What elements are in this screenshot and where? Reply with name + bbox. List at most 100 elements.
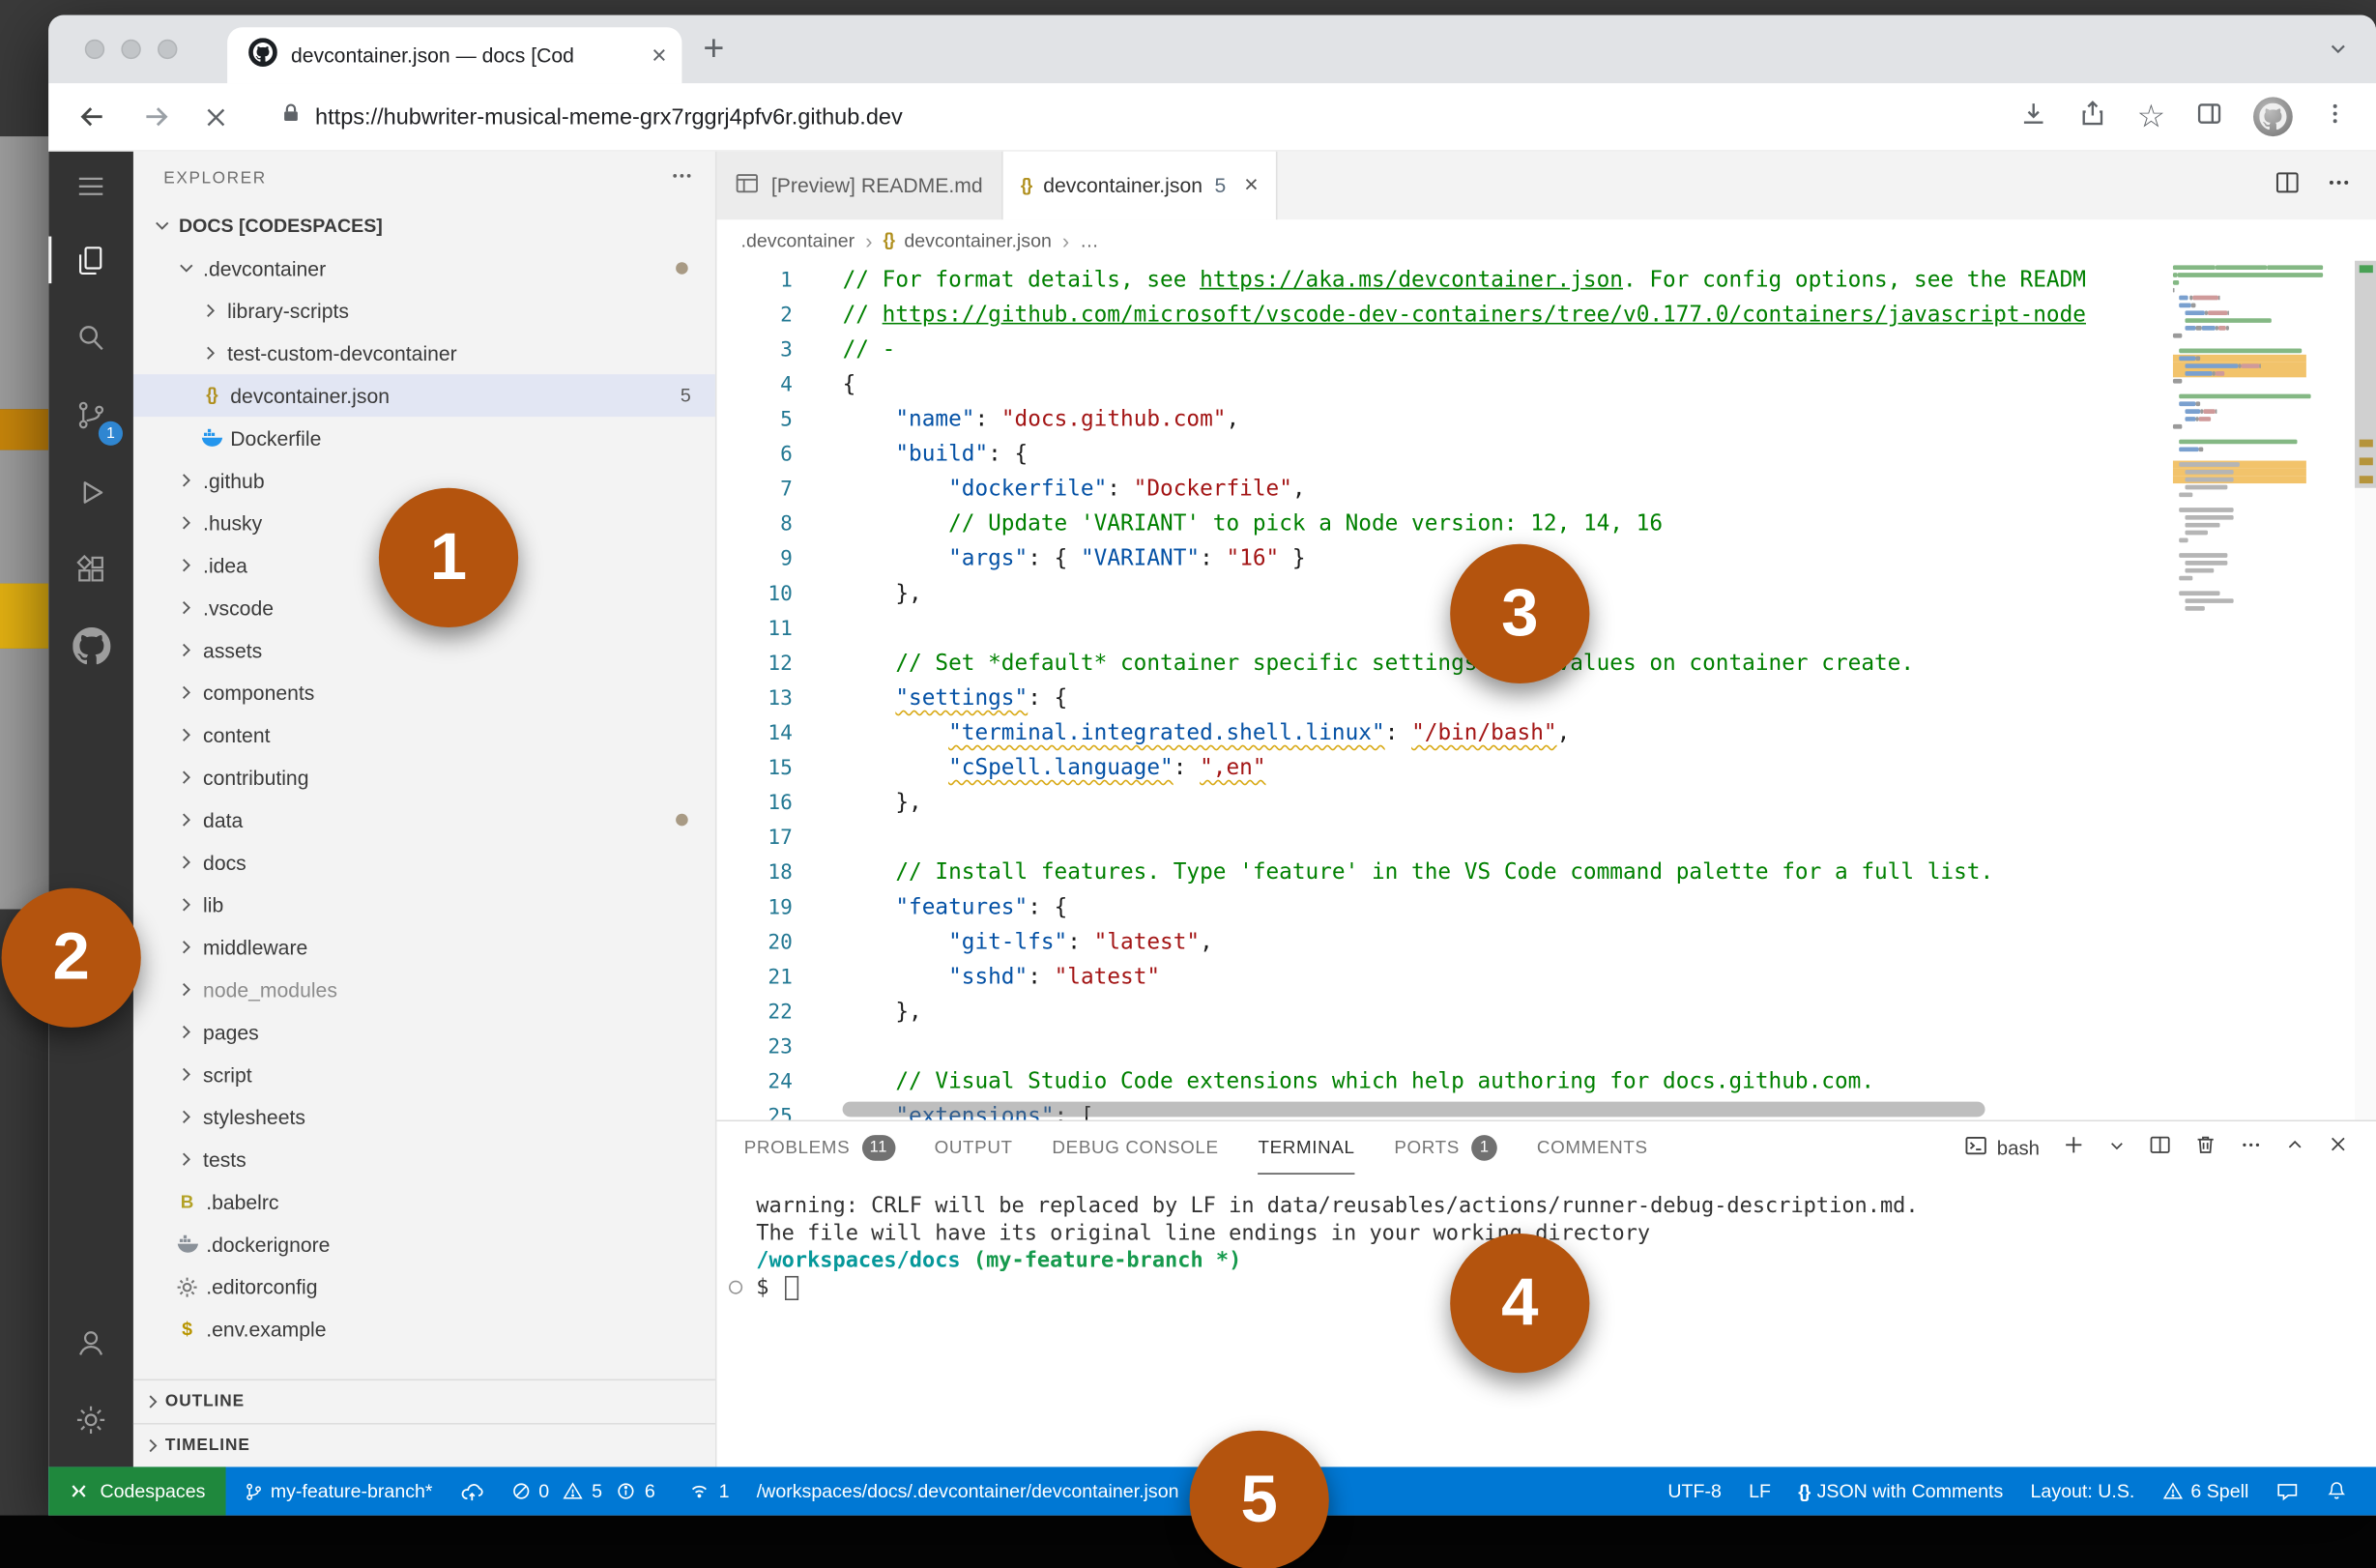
code-line[interactable]: 10 }, bbox=[716, 577, 2158, 612]
tree-item-components[interactable]: components bbox=[133, 671, 715, 713]
code-line[interactable]: 13 "settings": { bbox=[716, 682, 2158, 716]
status-spell[interactable]: 6 Spell bbox=[2148, 1466, 2262, 1515]
search-icon[interactable] bbox=[48, 299, 133, 376]
tree-item-lib[interactable]: lib bbox=[133, 884, 715, 926]
status-ports[interactable]: 1 bbox=[675, 1466, 742, 1515]
status-language[interactable]: {} JSON with Comments bbox=[1784, 1466, 2016, 1515]
code-line[interactable]: 18 // Install features. Type 'feature' i… bbox=[716, 857, 2158, 891]
run-debug-icon[interactable] bbox=[48, 453, 133, 531]
horizontal-scrollbar[interactable] bbox=[842, 1101, 1985, 1118]
close-tab-icon[interactable]: × bbox=[1244, 172, 1259, 199]
tree-item-env-example[interactable]: $ .env.example bbox=[133, 1308, 715, 1350]
tab-preview-readme[interactable]: [Preview] README.md bbox=[716, 151, 1003, 220]
minimize-window-button[interactable] bbox=[121, 39, 141, 60]
account-icon[interactable] bbox=[48, 1303, 133, 1380]
stop-loading-button[interactable] bbox=[203, 103, 229, 130]
code-line[interactable]: 8 // Update 'VARIANT' to pick a Node ver… bbox=[716, 508, 2158, 542]
minimap[interactable] bbox=[2166, 263, 2356, 1120]
tree-item-babelrc[interactable]: B .babelrc bbox=[133, 1180, 715, 1223]
code-line[interactable]: 21 "sshd": "latest" bbox=[716, 961, 2158, 996]
tree-item-docs-codespaces[interactable]: DOCS [CODESPACES] bbox=[133, 205, 715, 247]
github-icon[interactable] bbox=[48, 608, 133, 685]
panel-tab-problems[interactable]: PROBLEMS 11 bbox=[744, 1121, 895, 1175]
code-line[interactable]: 2// https://github.com/microsoft/vscode-… bbox=[716, 299, 2158, 334]
code-line[interactable]: 9 "args": { "VARIANT": "16" } bbox=[716, 542, 2158, 577]
status-codespaces[interactable]: Codespaces bbox=[48, 1466, 225, 1516]
status-eol[interactable]: LF bbox=[1735, 1466, 1784, 1515]
share-icon[interactable] bbox=[2077, 98, 2107, 135]
code-line[interactable]: 20 "git-lfs": "latest", bbox=[716, 926, 2158, 961]
breadcrumb-item[interactable]: devcontainer.json bbox=[904, 229, 1052, 250]
status-layout[interactable]: Layout: U.S. bbox=[2016, 1466, 2148, 1515]
kill-terminal-trash-icon[interactable] bbox=[2194, 1133, 2217, 1163]
sidebar-section-timeline[interactable]: TIMELINE bbox=[132, 1422, 715, 1467]
panel-tab-ports[interactable]: PORTS 1 bbox=[1394, 1121, 1498, 1175]
tree-item-script[interactable]: script bbox=[133, 1053, 715, 1095]
tree-item-test-custom-devcontainer[interactable]: test-custom-devcontainer bbox=[133, 332, 715, 374]
tree-item-content[interactable]: content bbox=[133, 713, 715, 756]
code-line[interactable]: 5 "name": "docs.github.com", bbox=[716, 403, 2158, 438]
source-control-icon[interactable]: 1 bbox=[48, 376, 133, 453]
tree-item-tests[interactable]: tests bbox=[133, 1138, 715, 1180]
address-bar[interactable]: https://hubwriter-musical-meme-grx7rggrj… bbox=[280, 102, 903, 131]
status-path[interactable]: /workspaces/docs/.devcontainer/devcontai… bbox=[743, 1466, 1193, 1515]
breadcrumb-item[interactable]: .devcontainer bbox=[741, 229, 855, 250]
close-panel-icon[interactable] bbox=[2328, 1134, 2349, 1163]
code-line[interactable]: 17 bbox=[716, 822, 2158, 857]
tree-item-contributing[interactable]: contributing bbox=[133, 756, 715, 799]
tree-item-devcontainer-json[interactable]: {} devcontainer.json 5 bbox=[132, 374, 715, 418]
tree-item-node-modules[interactable]: node_modules bbox=[133, 969, 715, 1011]
tree-item-pages[interactable]: pages bbox=[133, 1011, 715, 1054]
tree-item-assets[interactable]: assets bbox=[133, 629, 715, 672]
tree-item-middleware[interactable]: middleware bbox=[133, 926, 715, 969]
status-sync[interactable] bbox=[447, 1466, 497, 1515]
status-feedback[interactable] bbox=[2262, 1466, 2312, 1515]
tree-item-library-scripts[interactable]: library-scripts bbox=[133, 289, 715, 332]
shell-selector[interactable]: bash bbox=[1963, 1134, 2040, 1163]
status-encoding[interactable]: UTF-8 bbox=[1654, 1466, 1735, 1515]
tree-item-docs[interactable]: docs bbox=[133, 841, 715, 884]
panel-tab-debug-console[interactable]: DEBUG CONSOLE bbox=[1052, 1121, 1218, 1175]
terminal-dropdown-chevron-icon[interactable] bbox=[2108, 1134, 2127, 1161]
download-icon[interactable] bbox=[2018, 98, 2048, 135]
code-line[interactable]: 22 }, bbox=[716, 996, 2158, 1031]
status-branch[interactable]: my-feature-branch* bbox=[229, 1466, 446, 1515]
vertical-scrollbar[interactable] bbox=[2355, 260, 2376, 488]
settings-gear-icon[interactable] bbox=[48, 1380, 133, 1458]
breadcrumb-item[interactable]: … bbox=[1080, 229, 1099, 250]
tree-item-data[interactable]: data bbox=[133, 799, 715, 841]
code-line[interactable]: 12 // Set *default* container specific s… bbox=[716, 647, 2158, 682]
tab-overview-chevron-icon[interactable] bbox=[2328, 38, 2349, 67]
code-line[interactable]: 7 "dockerfile": "Dockerfile", bbox=[716, 473, 2158, 508]
code-line[interactable]: 15 "cSpell.language": ",en" bbox=[716, 752, 2158, 787]
forward-button[interactable] bbox=[139, 100, 172, 132]
split-editor-icon[interactable] bbox=[2275, 169, 2301, 202]
new-tab-button[interactable]: + bbox=[703, 27, 724, 73]
code-line[interactable]: 3 // - bbox=[716, 334, 2158, 368]
zoom-window-button[interactable] bbox=[158, 39, 178, 60]
code-line[interactable]: 14 "terminal.integrated.shell.linux": "/… bbox=[716, 716, 2158, 751]
close-tab-icon[interactable]: × bbox=[652, 43, 667, 69]
code-line[interactable]: 1// For format details, see https://aka.… bbox=[716, 264, 2158, 299]
new-terminal-icon[interactable] bbox=[2063, 1133, 2086, 1163]
tab-devcontainer-json[interactable]: {} devcontainer.json 5 × bbox=[1002, 151, 1279, 220]
code-editor[interactable]: 1// For format details, see https://aka.… bbox=[716, 260, 2376, 1120]
panel-tab-terminal[interactable]: TERMINAL bbox=[1258, 1121, 1355, 1175]
code-line[interactable]: 4{ bbox=[716, 368, 2158, 403]
tree-item-devcontainer[interactable]: .devcontainer bbox=[133, 247, 715, 290]
code-line[interactable]: 24 // Visual Studio Code extensions whic… bbox=[716, 1065, 2158, 1100]
status-problems[interactable]: 0 5 6 bbox=[496, 1466, 675, 1515]
browser-tab[interactable]: devcontainer.json — docs [Cod × bbox=[227, 27, 682, 84]
sidebar-toggle-icon[interactable] bbox=[2194, 98, 2224, 135]
code-line[interactable]: 6 "build": { bbox=[716, 438, 2158, 473]
code-line[interactable]: 23 bbox=[716, 1031, 2158, 1065]
panel-tab-comments[interactable]: COMMENTS bbox=[1537, 1121, 1648, 1175]
explorer-icon[interactable] bbox=[48, 221, 133, 299]
tree-item-dockerfile[interactable]: Dockerfile bbox=[133, 417, 715, 459]
status-notifications[interactable] bbox=[2312, 1466, 2361, 1515]
back-button[interactable] bbox=[75, 100, 108, 132]
maximize-panel-chevron-icon[interactable] bbox=[2285, 1134, 2304, 1161]
tree-item-editorconfig[interactable]: .editorconfig bbox=[133, 1265, 715, 1308]
profile-avatar[interactable] bbox=[2253, 97, 2293, 137]
sidebar-section-outline[interactable]: OUTLINE bbox=[132, 1379, 715, 1423]
